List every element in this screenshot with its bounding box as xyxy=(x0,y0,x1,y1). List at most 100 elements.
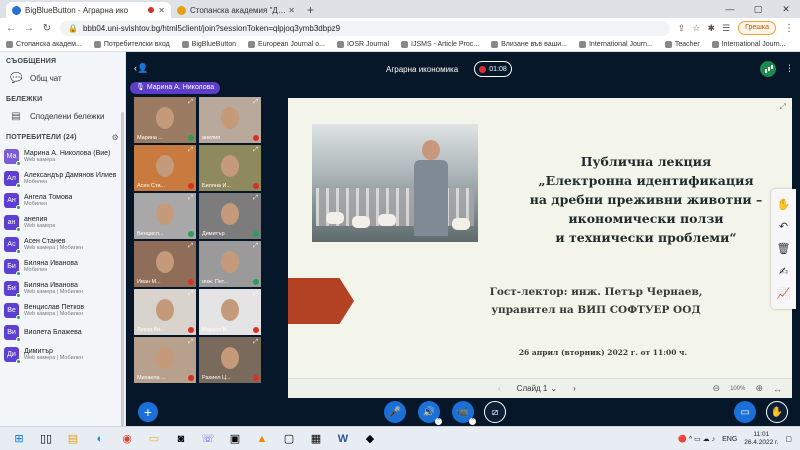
trash-icon[interactable]: 🗑 xyxy=(777,242,791,255)
video-tile[interactable]: ⤢ Луиза Ан... xyxy=(134,289,196,335)
zoom-out-icon[interactable]: ⊖ xyxy=(713,383,721,394)
bookmark-item[interactable]: International Journ... xyxy=(578,41,653,48)
video-tile[interactable]: ⤢ Марина ... xyxy=(134,97,196,143)
share-icon[interactable]: ⇪ xyxy=(678,23,686,34)
undo-icon[interactable]: ↶ xyxy=(779,220,788,233)
slide-selector[interactable]: Слайд 1 ⌄ xyxy=(517,384,557,393)
video-tile[interactable]: ⤢ Рахиел Ц... xyxy=(199,337,261,383)
presentation-slide[interactable]: ⤢ Публична лекция „Електронна идентифика… xyxy=(288,98,792,398)
chrome-icon[interactable]: ◉ xyxy=(116,428,138,450)
multi-user-whiteboard-icon[interactable]: ✍ xyxy=(779,265,788,278)
bookmark-item[interactable]: Потребителски вход xyxy=(93,41,170,48)
user-list-item[interactable]: Ве Венцислав Петков Web камера | Мобилен xyxy=(4,299,121,321)
app-icon[interactable]: ◆ xyxy=(359,428,381,450)
bookmark-item[interactable]: European Journal o... xyxy=(248,41,325,48)
video-tile[interactable]: ⤢ Михаела ... xyxy=(134,337,196,383)
bookmark-item[interactable]: Влизане във ваши... xyxy=(491,41,567,48)
language-indicator[interactable]: ENG xyxy=(722,436,737,443)
recording-button[interactable]: 01:08 xyxy=(474,61,512,77)
bookmark-item[interactable]: Teacher xyxy=(664,41,700,48)
fullscreen-icon[interactable]: ⤢ xyxy=(780,102,786,112)
chart-icon[interactable]: 📈 xyxy=(777,287,791,300)
user-list-item[interactable]: Би Биляна Иванова Мобилен xyxy=(4,255,121,277)
options-kebab-icon[interactable]: ⋮ xyxy=(785,63,794,74)
gear-icon[interactable]: ⚙ xyxy=(112,133,119,142)
video-tile[interactable]: ⤢ анелия xyxy=(199,97,261,143)
error-profile-badge[interactable]: Грешка xyxy=(738,21,776,35)
next-slide-icon[interactable]: › xyxy=(573,384,576,393)
fit-width-icon[interactable]: ↔ xyxy=(773,384,782,394)
app-icon[interactable]: ▣ xyxy=(224,428,246,450)
bookmark-item[interactable]: IOSR Journal xyxy=(336,41,389,48)
previous-slide-icon[interactable]: ‹ xyxy=(498,384,501,393)
browser-tab-bbb[interactable]: BigBlueButton - Аграрна ико ✕ xyxy=(6,2,171,18)
bookmark-item[interactable]: BigBlueButton xyxy=(181,41,236,48)
reading-list-icon[interactable]: ☰ xyxy=(722,23,730,34)
close-window-button[interactable]: ✕ xyxy=(772,0,800,18)
zoom-in-icon[interactable]: ⊕ xyxy=(755,383,763,394)
maximize-button[interactable]: ▢ xyxy=(744,0,772,18)
bookmark-star-icon[interactable]: ☆ xyxy=(692,23,700,34)
fullscreen-icon[interactable]: ⤢ xyxy=(253,147,258,154)
edge-icon[interactable]: ◐ xyxy=(89,428,111,450)
notifications-icon[interactable]: ▢ xyxy=(785,435,792,443)
user-list-item[interactable]: Би Биляна Иванова Web камера | Мобилен xyxy=(4,277,121,299)
app-icon[interactable]: ▢ xyxy=(278,428,300,450)
user-list-item[interactable]: Ас Асен Станев Web камера | Мобилен xyxy=(4,233,121,255)
browser-tab-academy[interactable]: Стопанска академия "Димитър ✕ xyxy=(171,2,301,18)
vlc-icon[interactable]: ▲ xyxy=(251,428,273,450)
back-arrow-icon[interactable]: ← xyxy=(6,23,16,34)
forward-arrow-icon[interactable]: → xyxy=(24,23,34,34)
pan-hand-icon[interactable]: ✋ xyxy=(777,198,791,211)
fullscreen-icon[interactable]: ⤢ xyxy=(188,243,193,250)
video-tile[interactable]: ⤢ инж. Пет... xyxy=(199,241,261,287)
explorer-folder-icon[interactable]: ▭ xyxy=(143,428,165,450)
video-tile[interactable]: ⤢ Маруся В... xyxy=(199,289,261,335)
camera-app-icon[interactable]: ◙ xyxy=(170,428,192,450)
viber-icon[interactable]: ☏ xyxy=(197,428,219,450)
fullscreen-icon[interactable]: ⤢ xyxy=(253,291,258,298)
fullscreen-icon[interactable]: ⤢ xyxy=(188,195,193,202)
task-view-icon[interactable]: ▯▯ xyxy=(35,428,57,450)
word-icon[interactable]: W xyxy=(332,428,354,450)
public-chat-item[interactable]: 💬 Общ чат xyxy=(0,67,125,90)
extensions-icon[interactable]: ✱ xyxy=(707,23,715,34)
minimize-button[interactable]: — xyxy=(716,0,744,18)
url-input[interactable]: 🔒 bbb04.uni-svishtov.bg/html5client/join… xyxy=(60,20,670,36)
raise-hand-button[interactable]: ✋ xyxy=(766,401,788,423)
actions-plus-button[interactable]: + xyxy=(138,402,158,422)
video-tile[interactable]: ⤢ Димитър xyxy=(199,193,261,239)
bookmark-item[interactable]: IJSMS - Article Proc... xyxy=(401,41,479,48)
user-list-item[interactable]: Ан Ангела Томова Мобилен xyxy=(4,189,121,211)
user-list-item[interactable]: Ди Димитър Web камера | Мобилен xyxy=(4,343,121,365)
user-list-item[interactable]: ан анелия Web камера xyxy=(4,211,121,233)
video-tile[interactable]: ⤢ Венцисл... xyxy=(134,193,196,239)
new-tab-button[interactable]: + xyxy=(307,2,314,18)
reload-icon[interactable]: ↻ xyxy=(42,23,52,34)
fullscreen-icon[interactable]: ⤢ xyxy=(188,99,193,106)
connection-status-icon[interactable] xyxy=(760,61,776,77)
video-tile[interactable]: ⤢ Иван М... xyxy=(134,241,196,287)
bookmark-item[interactable]: International Journ... xyxy=(711,41,786,48)
tray-icons[interactable]: 🔴 ^ ▭ ☁ ♪ xyxy=(678,435,715,443)
user-list-item[interactable]: Ал Александър Дамянов Илиев Мобилен xyxy=(4,167,121,189)
taskbar-app-icon[interactable]: ▤ xyxy=(62,428,84,450)
webcam-button[interactable]: 📹 ^ xyxy=(452,401,476,425)
fullscreen-icon[interactable]: ⤢ xyxy=(253,339,258,346)
app-icon[interactable]: ▦ xyxy=(305,428,327,450)
bookmark-item[interactable]: Стопанска академ... xyxy=(6,41,82,48)
video-tile[interactable]: ⤢ Биляна И... xyxy=(199,145,261,191)
fullscreen-icon[interactable]: ⤢ xyxy=(188,291,193,298)
screenshare-button[interactable]: ⧄ xyxy=(484,401,506,423)
sidebar-scrollbar[interactable] xyxy=(121,112,124,426)
shared-notes-item[interactable]: ▤ Споделени бележки xyxy=(0,105,125,128)
microphone-button[interactable]: 🎤 xyxy=(384,401,406,423)
presentation-toggle-button[interactable]: ▭ xyxy=(734,401,756,423)
fullscreen-icon[interactable]: ⤢ xyxy=(188,147,193,154)
fullscreen-icon[interactable]: ⤢ xyxy=(188,339,193,346)
fullscreen-icon[interactable]: ⤢ xyxy=(253,195,258,202)
system-clock[interactable]: 11:01 26.4.2022 г. xyxy=(744,431,778,447)
video-tile[interactable]: ⤢ Асен Ста... xyxy=(134,145,196,191)
fullscreen-icon[interactable]: ⤢ xyxy=(253,243,258,250)
tab-close-icon[interactable]: ✕ xyxy=(158,6,165,15)
